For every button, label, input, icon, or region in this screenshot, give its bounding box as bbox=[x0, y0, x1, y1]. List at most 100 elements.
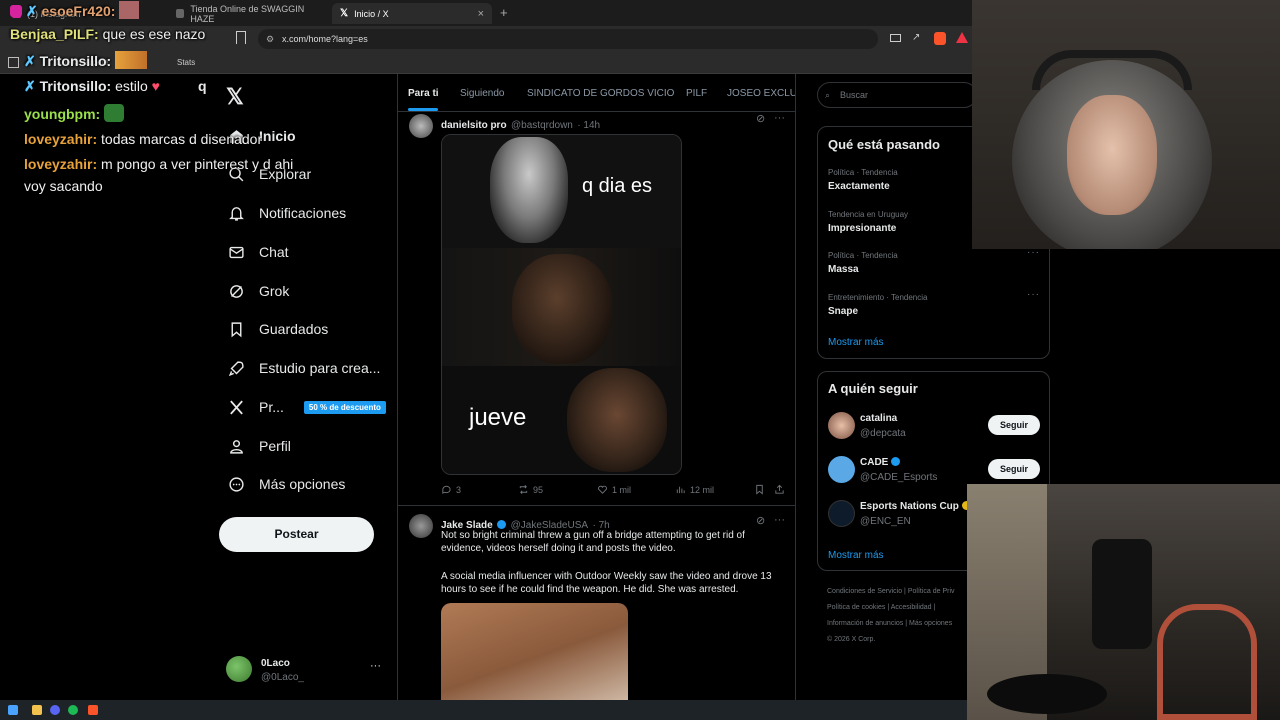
grok-icon[interactable]: ⊘ bbox=[756, 112, 765, 125]
show-more-trends-link[interactable]: Mostrar más bbox=[828, 337, 884, 348]
bookmark-icon bbox=[231, 321, 242, 337]
chat-username: loveyzahir: bbox=[24, 156, 98, 172]
person-icon bbox=[230, 439, 243, 454]
nav-premium[interactable]: Pr... 50 % de descuento bbox=[228, 395, 386, 419]
search-placeholder: Buscar bbox=[840, 90, 869, 100]
footer-link[interactable]: Política de cookies bbox=[827, 604, 885, 611]
tab-x-home[interactable]: 𝕏 Inicio / X × bbox=[332, 3, 492, 24]
tab-swaggin-haze[interactable]: Tienda Online de SWAGGIN HAZE bbox=[168, 3, 328, 24]
home-feed: Para ti Siguiendo SINDICATO DE GORDOS VI… bbox=[397, 74, 796, 700]
footer-link[interactable]: Más opciones bbox=[909, 620, 952, 627]
like-button[interactable]: 1 mil bbox=[597, 484, 631, 495]
follow-name[interactable]: catalina bbox=[860, 413, 897, 424]
tweet-author-name[interactable]: danielsito pro bbox=[441, 120, 507, 131]
follow-button[interactable]: Seguir bbox=[988, 415, 1040, 435]
avatar[interactable] bbox=[828, 412, 855, 439]
discord-icon[interactable] bbox=[50, 705, 60, 715]
bell-icon bbox=[229, 206, 244, 221]
new-tab-button[interactable]: + bbox=[500, 5, 508, 20]
who-to-follow-title: A quién seguir bbox=[828, 381, 918, 396]
tab-pilf[interactable]: PILF bbox=[686, 88, 707, 99]
tweet-author-handle[interactable]: @bastqrdown bbox=[511, 120, 573, 131]
nav-label: Chat bbox=[259, 244, 289, 260]
follow-handle[interactable]: @CADE_Esports bbox=[860, 472, 937, 483]
follow-name-row[interactable]: CADE bbox=[860, 457, 901, 468]
follow-name-row[interactable]: Esports Nations Cup bbox=[860, 501, 971, 512]
chat-username: Benjaa_PILF: bbox=[10, 26, 99, 42]
tweet-media-video[interactable] bbox=[441, 603, 628, 700]
tab-following[interactable]: Siguiendo bbox=[460, 88, 504, 99]
man-face-image bbox=[567, 368, 667, 472]
x-logo-icon[interactable]: 𝕏 bbox=[226, 84, 244, 110]
grok-icon[interactable]: ⊘ bbox=[756, 514, 765, 527]
emote-icon bbox=[115, 51, 148, 69]
bookmark-stats[interactable]: Stats bbox=[177, 58, 195, 67]
nav-profile[interactable]: Perfil bbox=[228, 434, 291, 458]
bookmark-page-icon[interactable] bbox=[236, 31, 246, 44]
chat-text: todas marcas d disenador bbox=[97, 131, 263, 147]
tweet[interactable]: Jake Slade @JakeSladeUSA · 7h ⊘ ··· Not … bbox=[398, 506, 795, 700]
brave-shield-icon[interactable] bbox=[934, 32, 946, 45]
instagram-icon bbox=[10, 5, 22, 17]
footer-link[interactable]: Condiciones de Servicio bbox=[827, 588, 902, 595]
nav-bookmarks[interactable]: Guardados bbox=[228, 317, 328, 341]
site-settings-icon[interactable]: ⚙ bbox=[266, 29, 274, 49]
trend-more-icon[interactable]: ··· bbox=[1027, 289, 1040, 300]
tweet[interactable]: danielsito pro @bastqrdown · 14h ⊘ ··· q… bbox=[398, 112, 795, 506]
folder-icon[interactable] bbox=[32, 705, 42, 715]
close-tab-icon[interactable]: × bbox=[478, 8, 484, 20]
footer-link[interactable]: Información de anuncios bbox=[827, 620, 903, 627]
avatar[interactable] bbox=[828, 500, 855, 527]
bookmark-button[interactable] bbox=[754, 484, 765, 495]
nav-grok[interactable]: Grok bbox=[228, 279, 289, 303]
follow-handle[interactable]: @depcata bbox=[860, 428, 906, 439]
avatar[interactable] bbox=[409, 514, 433, 538]
tab-for-you[interactable]: Para ti bbox=[408, 88, 439, 99]
chat-text: estilo bbox=[111, 78, 148, 94]
reply-button[interactable]: 3 bbox=[441, 484, 461, 495]
tab-joseo[interactable]: JOSEO EXCLUSI bbox=[727, 88, 795, 99]
spotify-icon[interactable] bbox=[68, 705, 78, 715]
apps-grid-icon[interactable] bbox=[8, 57, 19, 68]
tweet-more-icon[interactable]: ··· bbox=[774, 514, 785, 526]
nav-more-options[interactable]: Más opciones bbox=[228, 472, 345, 496]
chair-shape bbox=[1092, 539, 1152, 649]
chat-message: ✗ Tritonsillo: bbox=[24, 51, 148, 70]
tweet-time[interactable]: · 14h bbox=[577, 120, 600, 131]
follow-handle[interactable]: @ENC_EN bbox=[860, 516, 911, 527]
nav-notifications[interactable]: Notificaciones bbox=[228, 201, 346, 225]
trend-category: Política · Tendencia bbox=[828, 251, 898, 260]
post-button[interactable]: Postear bbox=[219, 517, 374, 552]
search-input[interactable]: ⌕ Buscar bbox=[817, 82, 977, 108]
nav-creator-studio[interactable]: Estudio para crea... bbox=[228, 356, 380, 380]
tab-sindicato[interactable]: SINDICATO DE GORDOS VICIO bbox=[527, 88, 674, 99]
url-field[interactable]: ⚙ x.com/home?lang=es bbox=[258, 29, 878, 49]
chat-username: loveyzahir: bbox=[24, 131, 98, 147]
trend-name: Snape bbox=[828, 306, 859, 317]
tweet-media-image[interactable]: q dia es jueve bbox=[441, 134, 682, 475]
avatar[interactable] bbox=[828, 456, 855, 483]
brave-rewards-icon[interactable] bbox=[956, 32, 968, 43]
views-button[interactable]: 12 mil bbox=[675, 484, 714, 495]
show-more-follow-link[interactable]: Mostrar más bbox=[828, 550, 884, 561]
man-face-image bbox=[512, 254, 612, 364]
headphones-shape bbox=[1032, 50, 1192, 90]
follow-button[interactable]: Seguir bbox=[988, 459, 1040, 479]
share-button[interactable] bbox=[774, 484, 785, 495]
search-icon: ⌕ bbox=[825, 90, 831, 100]
account-more-icon[interactable]: ··· bbox=[370, 660, 381, 672]
brave-browser-icon[interactable] bbox=[88, 705, 98, 715]
footer-link[interactable]: Política de Priv bbox=[908, 588, 955, 595]
screen-icon[interactable] bbox=[890, 34, 901, 42]
windows-start-icon[interactable] bbox=[8, 705, 18, 715]
nav-label: Inicio bbox=[259, 128, 296, 144]
rocket-icon bbox=[228, 360, 244, 376]
footer-link[interactable]: Accesibilidad bbox=[891, 604, 932, 611]
repost-button[interactable]: 95 bbox=[518, 484, 543, 495]
tweet-more-icon[interactable]: ··· bbox=[774, 112, 785, 124]
like-count: 1 mil bbox=[612, 484, 632, 495]
avatar[interactable] bbox=[409, 114, 433, 138]
follow-name: CADE bbox=[860, 457, 889, 468]
nav-chat[interactable]: Chat bbox=[228, 240, 289, 264]
share-icon[interactable]: ↗ bbox=[912, 32, 920, 43]
